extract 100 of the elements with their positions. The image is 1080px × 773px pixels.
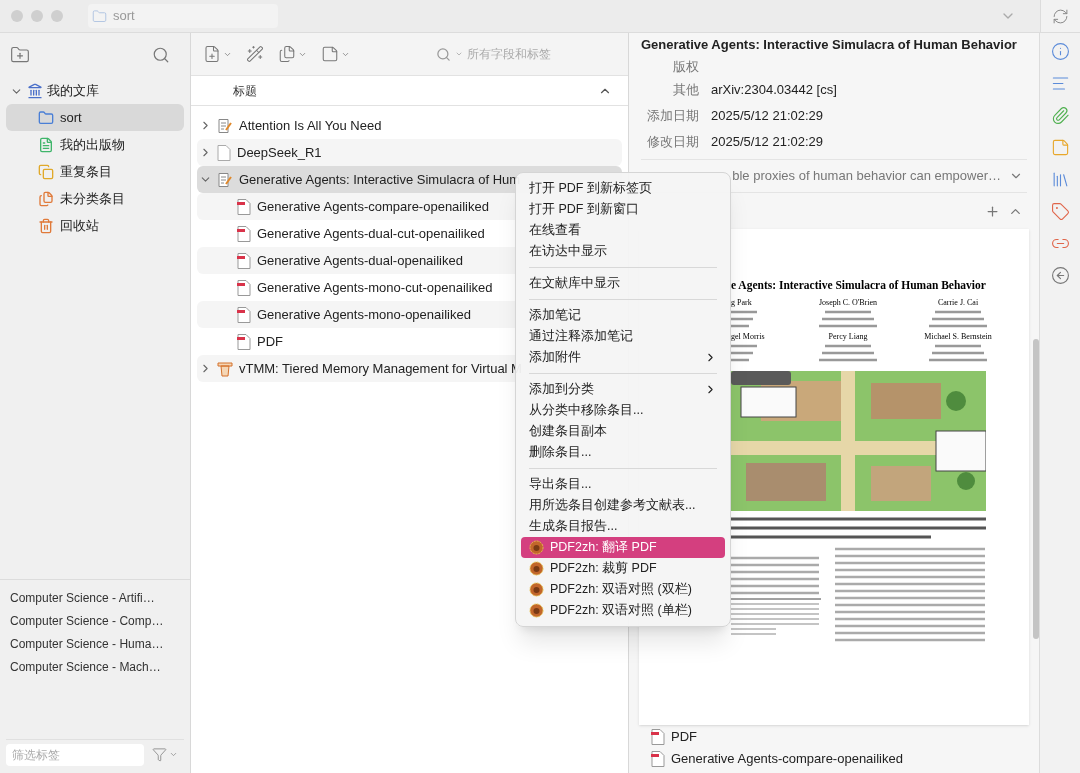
affiliation-text-drawing	[929, 344, 987, 364]
affiliation-text-drawing	[929, 310, 987, 330]
item-title[interactable]: Generative Agents-mono-cut-openailiked	[257, 277, 493, 298]
author-name: g Park	[731, 298, 752, 309]
paper-title: e Agents: Interactive Simulacra of Human Behavior	[731, 278, 987, 294]
search-icon[interactable]	[436, 46, 451, 62]
tag-filter-field[interactable]: 筛选标签	[6, 743, 144, 766]
pdf-file-icon	[651, 728, 665, 745]
document-pen-icon	[217, 171, 233, 188]
tag-icon[interactable]	[1050, 202, 1070, 221]
plugin-icon	[529, 561, 544, 576]
field-value[interactable]: arXiv:2304.03442 [cs]	[711, 79, 837, 100]
pdf-file-icon	[237, 198, 251, 215]
abstract-section-icon[interactable]	[1050, 74, 1070, 93]
menu-item[interactable]: 打开 PDF 到新窗口	[521, 199, 725, 220]
document-pen-icon	[217, 117, 233, 134]
search-field[interactable]: 所有字段和标签	[467, 45, 616, 63]
collection-label[interactable]: 回收站	[60, 215, 99, 236]
abstract-text: ble proxies of human behavior can empower…	[732, 167, 1001, 186]
menu-item[interactable]: 删除条目...	[521, 442, 725, 463]
menu-item[interactable]: 生成条目报告...	[521, 516, 725, 537]
affiliation-text-drawing	[819, 310, 877, 330]
menu-item[interactable]: 在文献库中显示	[521, 273, 725, 294]
item-title[interactable]: Generative Agents-mono-openailiked	[257, 304, 471, 325]
pdf-file-icon	[237, 252, 251, 269]
field-value[interactable]: 2025/5/12 21:02:29	[711, 105, 824, 126]
item-title[interactable]: Generative Agents-dual-cut-openailiked	[257, 223, 485, 244]
menu-item[interactable]: 添加笔记	[521, 305, 725, 326]
dropdown-chevron-icon[interactable]	[169, 750, 178, 759]
add-attachment-icon[interactable]	[278, 45, 296, 63]
attachment-title[interactable]: Generative Agents-compare-openailiked	[671, 748, 903, 769]
new-note-icon[interactable]	[321, 45, 339, 63]
collection-label[interactable]: 未分类条目	[60, 188, 125, 209]
item-title[interactable]: Generative Agents-compare-openailiked	[257, 196, 489, 217]
menu-item[interactable]: PDF2zh: 双语对照 (双栏)	[521, 579, 725, 600]
attachment-title[interactable]: PDF	[671, 726, 697, 747]
info-section-icon[interactable]	[1050, 42, 1070, 61]
menu-item[interactable]: 导出条目...	[521, 474, 725, 495]
menu-item[interactable]: 通过注释添加笔记	[521, 326, 725, 347]
item-title[interactable]: DeepSeek_R1	[237, 142, 322, 163]
document-icon	[38, 136, 54, 153]
field-label: 版权	[672, 58, 699, 77]
menu-item[interactable]: PDF2zh: 翻译 PDF	[521, 537, 725, 558]
pdf-file-icon	[237, 225, 251, 242]
author-name: gel Morris	[731, 332, 765, 343]
library-icon	[27, 83, 43, 99]
dropdown-chevron-icon[interactable]	[455, 50, 463, 58]
menu-item[interactable]: 在线查看	[521, 220, 725, 241]
new-collection-icon[interactable]	[10, 45, 30, 65]
column-header[interactable]: 标题	[233, 81, 257, 100]
tag-label[interactable]: Computer Science - Artifi…	[10, 589, 180, 607]
menu-item[interactable]: PDF2zh: 裁剪 PDF	[521, 558, 725, 579]
field-label: 其他	[672, 80, 699, 99]
author-name: Joseph C. O'Brien	[818, 298, 878, 309]
add-icon[interactable]	[985, 203, 1000, 219]
scrollbar-thumb[interactable]	[1033, 339, 1039, 639]
item-pane-title: Generative Agents: Interactive Simulacra of Human Behavior	[641, 36, 1017, 55]
menu-item[interactable]: 添加到分类	[521, 379, 725, 400]
collection-label[interactable]: 重复条目	[60, 161, 112, 182]
field-label: 修改日期	[646, 132, 699, 151]
plugin-icon	[529, 582, 544, 597]
sync-icon[interactable]	[1052, 7, 1069, 25]
tag-label[interactable]: Computer Science - Huma…	[10, 635, 180, 653]
menu-item[interactable]: 从分类中移除条目...	[521, 400, 725, 421]
field-label: 添加日期	[646, 106, 699, 125]
duplicate-icon	[38, 163, 54, 180]
item-title[interactable]: Attention Is All You Need	[239, 115, 382, 136]
field-value[interactable]: 2025/5/12 21:02:29	[711, 131, 824, 152]
menu-item[interactable]: 在访达中显示	[521, 241, 725, 262]
menu-item[interactable]: PDF2zh: 双语对照 (单栏)	[521, 600, 725, 621]
filter-icon[interactable]	[152, 747, 167, 762]
note-icon[interactable]	[1050, 138, 1070, 157]
documents-icon	[38, 190, 54, 207]
new-item-icon[interactable]	[203, 45, 221, 63]
pdf-file-icon	[651, 750, 665, 767]
menu-item[interactable]: 添加附件	[521, 347, 725, 368]
locate-icon[interactable]	[1050, 266, 1070, 285]
author-name: Carrie J. Cai	[937, 298, 979, 309]
collection-label[interactable]: 我的文库	[47, 81, 99, 101]
trash-icon	[38, 217, 54, 234]
podium-icon	[217, 360, 233, 377]
item-title[interactable]: PDF	[257, 331, 283, 352]
tag-label[interactable]: Computer Science - Mach…	[10, 658, 180, 676]
tag-label[interactable]: Computer Science - Comp…	[10, 612, 180, 630]
folder-icon	[38, 109, 54, 126]
author-name: Percy Liang	[828, 332, 868, 343]
plugin-icon	[529, 603, 544, 618]
search-icon[interactable]	[152, 46, 170, 64]
menu-item[interactable]: 打开 PDF 到新标签页	[521, 178, 725, 199]
affiliation-text-drawing	[819, 344, 877, 364]
blank-document-icon	[217, 144, 231, 161]
menu-item[interactable]: 创建条目副本	[521, 421, 725, 442]
attachment-icon[interactable]	[1050, 106, 1070, 125]
menu-item[interactable]: 用所选条目创建参考文献表...	[521, 495, 725, 516]
plugin-icon	[529, 540, 544, 555]
folder-icon	[92, 8, 107, 24]
collection-label[interactable]: sort	[60, 107, 82, 128]
magic-wand-icon[interactable]	[246, 45, 264, 63]
author-name: Michael S. Bernstein	[924, 332, 992, 343]
collection-label[interactable]: 我的出版物	[60, 134, 125, 155]
